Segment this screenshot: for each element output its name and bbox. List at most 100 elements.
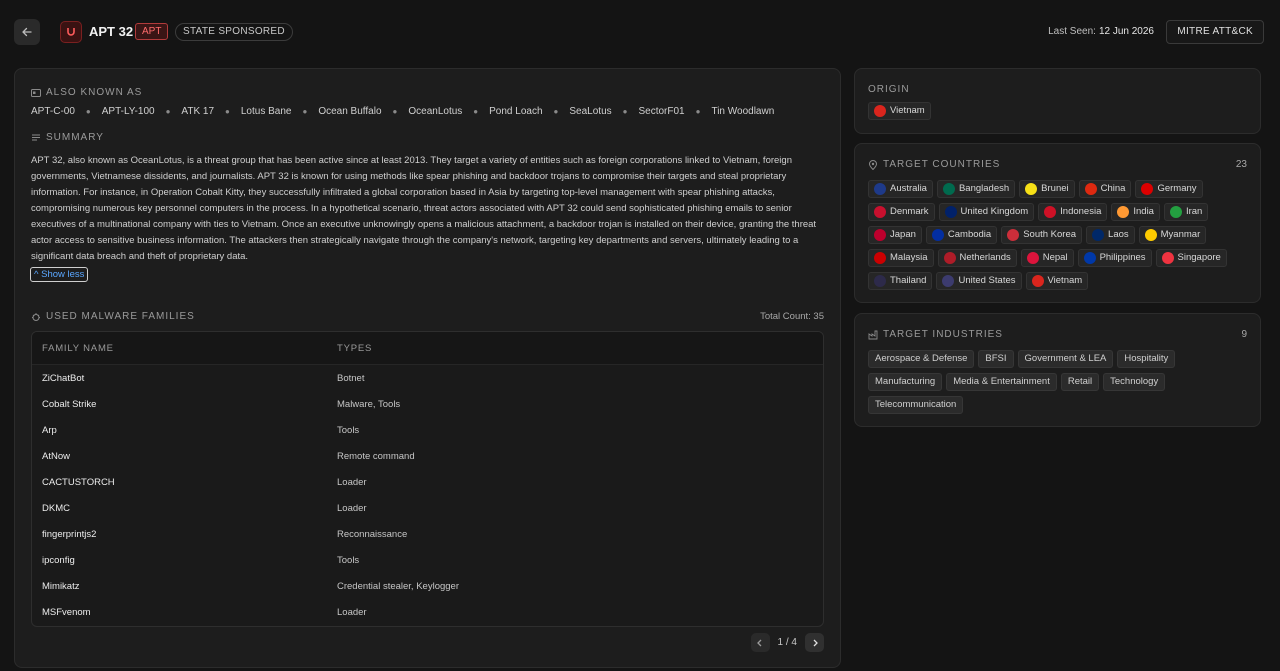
- main-panel: ALSO KNOWN AS APT-C-00 ● APT-LY-100 ● ATK 17…: [14, 68, 841, 668]
- industry-chip: Media & Entertainment: [946, 373, 1057, 391]
- bug-icon: [32, 312, 40, 321]
- pagination: 1 / 4: [750, 633, 824, 652]
- id-card-icon: [31, 88, 41, 97]
- country-chip: Malaysia: [868, 249, 934, 267]
- types-cell: Reconnaissance: [337, 528, 408, 540]
- origin-country: Vietnam: [890, 105, 925, 116]
- country-chip: United States: [936, 272, 1022, 290]
- table-row[interactable]: Cobalt Strike Malware, Tools: [32, 391, 823, 417]
- country-chip: Vietnam: [1025, 272, 1089, 290]
- next-page-button[interactable]: [805, 633, 824, 652]
- types-cell: Botnet: [337, 372, 365, 384]
- family-name-cell: Mimikatz: [42, 580, 80, 592]
- flag-icon: [943, 252, 956, 264]
- country-chips: Australia Bangladesh Brunei China Germany Den…: [868, 180, 1253, 290]
- state-sponsored-badge: STATE SPONSORED: [175, 23, 293, 41]
- separator-dot: ●: [553, 107, 559, 116]
- lines-icon: [32, 134, 40, 140]
- family-name-cell: fingerprintjs2: [42, 528, 97, 540]
- last-seen: Last Seen: 12 Jun 2026: [1048, 26, 1154, 37]
- flag-icon: [874, 105, 886, 117]
- flag-icon: [874, 229, 886, 241]
- total-count: Total Count: 35: [760, 311, 824, 322]
- alias-name: Tin Woodlawn: [711, 106, 775, 117]
- country-chip: Brunei: [1019, 180, 1075, 198]
- flag-icon: [874, 206, 886, 218]
- country-name: Indonesia: [1060, 206, 1102, 217]
- table-row[interactable]: Arp Tools: [32, 417, 823, 443]
- country-chip: South Korea: [1001, 226, 1083, 244]
- country-chip: Singapore: [1155, 249, 1227, 267]
- country-name: United Kingdom: [960, 206, 1029, 217]
- industry-chip: BFSI: [978, 350, 1014, 368]
- countries-count: 23: [1235, 159, 1247, 170]
- flag-icon: [1141, 183, 1154, 195]
- country-name: Laos: [1108, 229, 1129, 240]
- separator-dot: ●: [225, 107, 230, 116]
- flag-icon: [1031, 275, 1044, 287]
- flag-icon: [944, 206, 957, 218]
- table-row[interactable]: fingerprintjs2 Reconnaissance: [32, 521, 823, 547]
- mitre-attack-button[interactable]: MITRE ATT&CK: [1166, 20, 1264, 44]
- origin-panel: ORIGIN Vietnam: [854, 68, 1261, 134]
- actor-logo: [60, 21, 82, 43]
- flag-icon: [874, 252, 886, 264]
- flag-icon: [942, 275, 955, 287]
- country-name: China: [1100, 183, 1126, 194]
- aka-list: APT-C-00 ● APT-LY-100 ● ATK 17 ● Lotus Bane ● Oc…: [31, 106, 774, 117]
- family-name-cell: AtNow: [42, 450, 70, 462]
- last-seen-value: 12 Jun 2026: [1098, 26, 1154, 37]
- country-name: Germany: [1157, 183, 1197, 194]
- country-name: Malaysia: [890, 252, 928, 263]
- show-less-button[interactable]: ^ Show less: [30, 267, 89, 282]
- location-pin-icon: [868, 159, 878, 170]
- flag-icon: [1161, 252, 1174, 264]
- threat-actor-icon: [67, 28, 75, 36]
- country-name: India: [1133, 206, 1154, 217]
- table-row[interactable]: MSFvenom Loader: [32, 599, 823, 625]
- flag-icon: [1117, 206, 1130, 218]
- separator-dot: ●: [392, 107, 398, 116]
- country-chip: Japan: [868, 226, 922, 244]
- page-indicator: 1 / 4: [777, 637, 797, 648]
- country-chip: Philippines: [1077, 249, 1152, 267]
- country-name: Australia: [890, 183, 927, 194]
- separator-dot: ●: [695, 107, 701, 116]
- flag-icon: [1092, 229, 1105, 241]
- last-seen-label: Last Seen:: [1048, 26, 1096, 37]
- col-family-name[interactable]: FAMILY NAME: [32, 343, 337, 354]
- alias-name: Ocean Buffalo: [318, 106, 382, 117]
- country-name: Iran: [1185, 206, 1203, 217]
- types-cell: Loader: [337, 606, 367, 618]
- table-row[interactable]: ipconfig Tools: [32, 547, 823, 573]
- table-row[interactable]: CACTUSTORCH Loader: [32, 469, 823, 495]
- country-name: Denmark: [890, 206, 929, 217]
- summary-heading: SUMMARY: [31, 132, 104, 143]
- prev-page-button[interactable]: [750, 633, 770, 652]
- table-row[interactable]: ZiChatBot Botnet: [32, 365, 823, 391]
- family-name-cell: DKMC: [42, 502, 70, 514]
- table-row[interactable]: Mimikatz Credential stealer, Keylogger: [32, 573, 823, 599]
- industry-chip: Aerospace & Defense: [868, 350, 975, 368]
- table-row[interactable]: DKMC Loader: [32, 495, 823, 521]
- alias-name: OceanLotus: [408, 106, 463, 117]
- flag-icon: [1025, 183, 1038, 195]
- country-chip: Myanmar: [1138, 226, 1207, 244]
- alias-name: ATK 17: [181, 106, 215, 117]
- country-name: Cambodia: [947, 229, 992, 240]
- industry-chip: Hospitality: [1117, 350, 1176, 368]
- industries-count: 9: [1241, 329, 1247, 340]
- industry-chip: Technology: [1103, 373, 1166, 391]
- malware-label: USED MALWARE FAMILIES: [46, 311, 195, 322]
- country-chip: Netherlands: [937, 249, 1017, 267]
- flag-icon: [1084, 183, 1097, 195]
- family-name-cell: Arp: [42, 424, 57, 436]
- origin-chip: Vietnam: [868, 102, 931, 120]
- country-chip: Bangladesh: [936, 180, 1016, 198]
- apt-badge: APT: [135, 23, 169, 40]
- col-types[interactable]: TYPES: [337, 343, 372, 354]
- summary-text: APT 32, also known as OceanLotus, is a t…: [31, 155, 817, 262]
- table-row[interactable]: AtNow Remote command: [32, 443, 823, 469]
- back-button[interactable]: [14, 19, 40, 45]
- country-chip: Germany: [1135, 180, 1203, 198]
